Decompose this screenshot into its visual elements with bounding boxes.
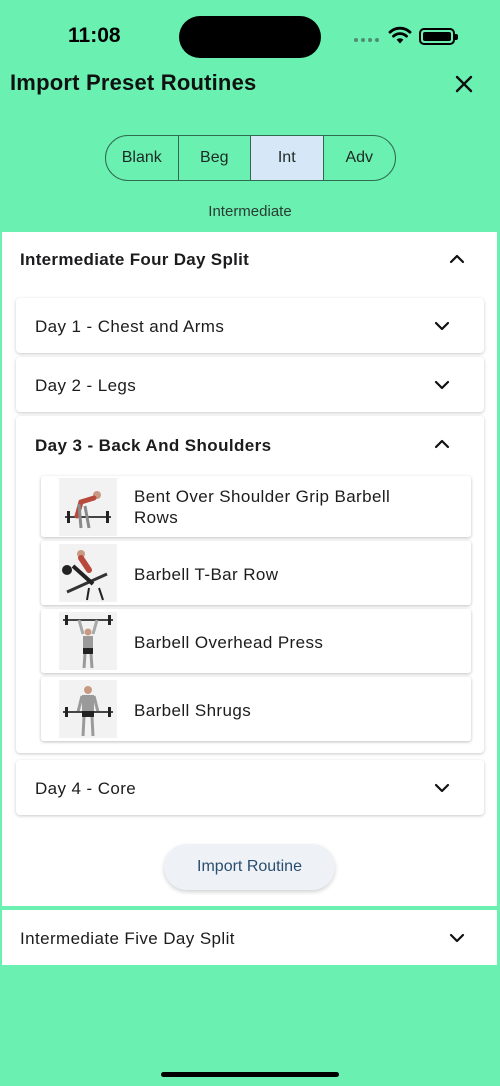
exercise-name: Bent Over Shoulder Grip Barbell Rows [134, 487, 391, 527]
routine-title[interactable]: Intermediate Four Day Split [20, 250, 249, 270]
chevron-down-icon[interactable] [433, 779, 451, 797]
chevron-up-icon[interactable] [448, 250, 466, 268]
chevron-down-icon[interactable] [433, 317, 451, 335]
t-bar-row-thumbnail [59, 544, 117, 602]
tab-blank[interactable]: Blank [106, 136, 179, 180]
exercise-item[interactable]: Barbell Overhead Press [41, 609, 471, 673]
shrugs-thumbnail [59, 680, 117, 738]
day-label: Day 2 - Legs [35, 376, 137, 395]
exercise-item[interactable]: Bent Over Shoulder Grip Barbell Rows [41, 476, 471, 537]
cellular-signal-icon [354, 38, 379, 42]
home-indicator [161, 1072, 339, 1077]
tab-beginner[interactable]: Beg [179, 136, 251, 180]
day-item[interactable]: Day 4 - Core [16, 760, 484, 815]
dynamic-island [179, 16, 321, 58]
exercise-name: Barbell Overhead Press [134, 633, 324, 652]
exercise-item[interactable]: Barbell T-Bar Row [41, 541, 471, 605]
status-time: 11:08 [68, 24, 121, 47]
chevron-down-icon[interactable] [448, 929, 466, 947]
exercise-name: Barbell Shrugs [134, 701, 252, 720]
overhead-press-thumbnail [59, 612, 117, 670]
bent-over-row-thumbnail [59, 478, 117, 536]
day-item[interactable]: Day 2 - Legs [16, 357, 484, 412]
tab-intermediate[interactable]: Int [251, 136, 324, 180]
day-label: Day 1 - Chest and Arms [35, 317, 225, 336]
level-segmented-control: Blank Beg Int Adv [105, 135, 396, 181]
close-button[interactable] [450, 70, 478, 98]
exercise-item[interactable]: Barbell Shrugs [41, 677, 471, 741]
day-label: Day 4 - Core [35, 779, 137, 798]
wifi-icon [388, 26, 412, 44]
day-item[interactable]: Day 1 - Chest and Arms [16, 298, 484, 353]
level-label: Intermediate [208, 203, 292, 220]
import-routine-button[interactable]: Import Routine [164, 844, 335, 890]
day-label[interactable]: Day 3 - Back And Shoulders [35, 436, 272, 456]
tab-advanced[interactable]: Adv [324, 136, 396, 180]
chevron-down-icon[interactable] [433, 376, 451, 394]
page-title: Import Preset Routines [10, 70, 257, 95]
close-icon [455, 75, 473, 93]
chevron-up-icon[interactable] [433, 435, 451, 453]
exercise-name: Barbell T-Bar Row [134, 565, 279, 584]
routine-title: Intermediate Five Day Split [20, 929, 235, 948]
battery-icon [419, 28, 458, 45]
status-bar: 11:08 [0, 0, 500, 72]
